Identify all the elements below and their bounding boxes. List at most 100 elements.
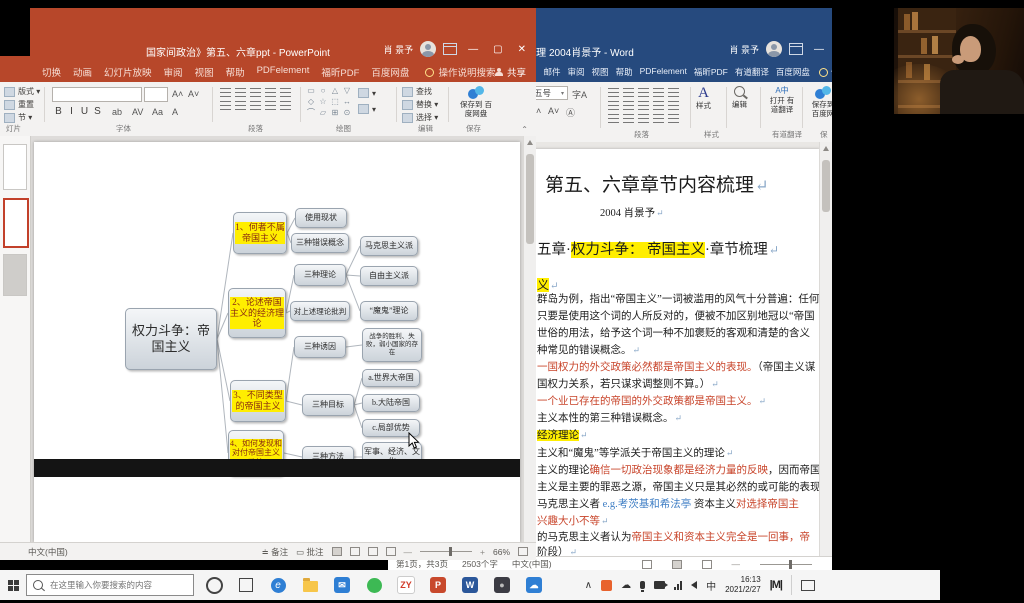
format-I-button[interactable]: I (65, 106, 78, 117)
ppt-slide-sorter-icon[interactable] (350, 547, 360, 556)
mindmap-node-e2[interactable]: b.大陆帝国 (362, 394, 420, 412)
tell-me-search[interactable]: 操作说明搜索 (425, 65, 495, 79)
word-save-to-baidu-button[interactable]: 保存到 百度网 (808, 86, 832, 118)
ppt-paragraph-icons[interactable] (218, 86, 293, 112)
fit-slide-icon[interactable] (518, 547, 528, 556)
format-B-button[interactable]: B (52, 106, 65, 117)
slide-thumbnail-selected[interactable] (3, 198, 29, 248)
arrange-button[interactable]: ▾ (358, 88, 376, 98)
mindmap-node-b1[interactable]: 1、何者不属帝国主义 (233, 212, 287, 254)
taskbar-search-box[interactable] (26, 574, 194, 596)
volume-icon[interactable] (691, 581, 697, 589)
editing-item[interactable]: 选择 ▾ (402, 112, 438, 123)
ppt-zoom-slider[interactable] (420, 551, 472, 552)
word[interactable]: W (458, 573, 482, 597)
shrink-font-icon[interactable]: A˅ (548, 106, 559, 116)
grow-font-icon[interactable]: A˄ (172, 89, 183, 99)
network-signal-icon[interactable] (674, 581, 682, 590)
youdao-translate-button[interactable]: A中 打开 有道翻译 (766, 86, 798, 114)
phonetic-guide-icon[interactable]: 字A (572, 88, 587, 101)
taskbar-clock[interactable]: 16:13 2021/2/27 (725, 575, 761, 595)
search-input[interactable] (48, 579, 182, 591)
ppt-tab-幻灯片放映[interactable]: 幻灯片放映 (104, 65, 152, 79)
ppt-user-avatar[interactable] (420, 41, 436, 57)
ppt-tab-福昕PDF[interactable]: 福昕PDF (321, 65, 359, 79)
slides-group-item[interactable]: 节 ▾ (4, 112, 40, 123)
word-user-avatar[interactable] (766, 41, 782, 57)
cloud-sync-icon[interactable]: ☁ (621, 580, 631, 591)
word-paragraph-icons[interactable] (606, 86, 681, 125)
mindmap-node-c23[interactable]: 三种诱因 (294, 336, 346, 358)
ppt-save-to-baidu-button[interactable]: 保存到 百度网盘 (458, 86, 494, 118)
collapse-ribbon-icon[interactable]: ⌃ (521, 125, 528, 134)
tellme-control[interactable]: 告诉我 (819, 66, 832, 78)
ppt-tab-PDFelement[interactable]: PDFelement (257, 65, 310, 79)
strikethrough-icon[interactable]: ab (112, 107, 122, 117)
word-zoom-slider[interactable] (760, 564, 812, 565)
mindmap-node-root[interactable]: 权力斗争：帝国主义 (125, 308, 217, 370)
slide-thumbnail-panel[interactable] (0, 136, 31, 542)
start-button[interactable] (0, 570, 26, 600)
char-border-icon[interactable]: Ⓐ (566, 106, 575, 119)
ribbon-display-options-icon[interactable] (789, 43, 803, 55)
word-minimize-button[interactable]: — (810, 44, 828, 55)
slides-group-item[interactable]: 版式 ▾ (4, 86, 40, 97)
scrollbar-thumb[interactable] (822, 160, 830, 212)
notes-button[interactable]: ≐ 备注 (262, 546, 289, 558)
mindmap-node-c11[interactable]: 使用现状 (295, 208, 347, 228)
mindmap-node-b3[interactable]: 3、不同类型的帝国主义 (230, 380, 286, 422)
mindmap-node-e1[interactable]: a.世界大帝国 (362, 369, 420, 387)
hidden-icons-expander[interactable]: ∧ (585, 580, 592, 591)
mail-app[interactable]: ✉ (330, 573, 354, 597)
format-U-button[interactable]: U (78, 106, 91, 117)
file-explorer[interactable] (298, 573, 322, 597)
baidu-netdisk[interactable]: ☁ (522, 573, 546, 597)
ribbon-display-options-icon[interactable] (443, 43, 457, 55)
mindmap-node-c12[interactable]: 三种错误概念 (291, 233, 349, 253)
word-tab-百度网盘[interactable]: 百度网盘 (776, 66, 810, 78)
quick-styles-button[interactable]: ▾ (358, 104, 376, 114)
ppt-normal-view-icon[interactable] (332, 547, 342, 556)
char-spacing-icon[interactable]: AV (132, 107, 143, 117)
ppt-slideshow-icon[interactable] (386, 547, 396, 556)
word-scrollbar[interactable] (819, 142, 832, 556)
screen-recorder[interactable]: ● (490, 573, 514, 597)
camera-icon[interactable] (654, 581, 665, 589)
word-read-mode-icon[interactable] (642, 560, 652, 569)
tray-app-icon[interactable] (601, 580, 612, 591)
ppt-minimize-button[interactable]: — (464, 44, 482, 55)
microphone-icon[interactable] (640, 581, 645, 589)
ppt-tab-审阅[interactable]: 审阅 (164, 65, 183, 79)
mindmap-node-c31[interactable]: 三种目标 (302, 394, 354, 416)
editing-button[interactable]: 编辑 (732, 86, 747, 110)
word-tab-审阅[interactable]: 审阅 (568, 66, 585, 78)
word-tab-邮件[interactable]: 邮件 (544, 66, 561, 78)
powerpoint[interactable]: P (426, 573, 450, 597)
ppt-zoom-level[interactable]: 66% (493, 547, 510, 557)
editing-item[interactable]: 替换 ▾ (402, 99, 438, 110)
scroll-up-icon[interactable] (527, 140, 533, 145)
format-S-button[interactable]: S (91, 106, 104, 117)
zy-app[interactable]: ZY (394, 573, 418, 597)
im-app-icon[interactable]: |M| (770, 579, 782, 591)
mindmap-node-d2[interactable]: 自由主义派 (360, 266, 418, 286)
mindmap-node-c21[interactable]: 三种理论 (294, 264, 346, 286)
font-size-dropdown[interactable] (144, 87, 168, 102)
word-tab-有道翻译[interactable]: 有道翻译 (735, 66, 769, 78)
font-name-dropdown[interactable] (52, 87, 142, 102)
word-tab-帮助[interactable]: 帮助 (616, 66, 633, 78)
word-tab-福昕PDF[interactable]: 福昕PDF (694, 66, 728, 78)
word-print-layout-icon[interactable] (672, 560, 682, 569)
cortana[interactable] (202, 573, 226, 597)
scroll-up-icon[interactable] (823, 146, 829, 151)
font-color-icon[interactable]: A (172, 107, 178, 117)
word-tab-PDFelement[interactable]: PDFelement (640, 66, 687, 78)
styles-button[interactable]: A 样式 (696, 86, 711, 111)
slide-thumbnail[interactable] (3, 144, 27, 190)
slide-thumbnail[interactable] (3, 254, 27, 296)
green-app[interactable] (362, 573, 386, 597)
ppt-close-button[interactable]: ✕ (514, 44, 530, 55)
ppt-tab-帮助[interactable]: 帮助 (226, 65, 245, 79)
comments-button[interactable]: ▭ 批注 (296, 546, 323, 558)
ppt-scrollbar[interactable] (523, 136, 536, 542)
